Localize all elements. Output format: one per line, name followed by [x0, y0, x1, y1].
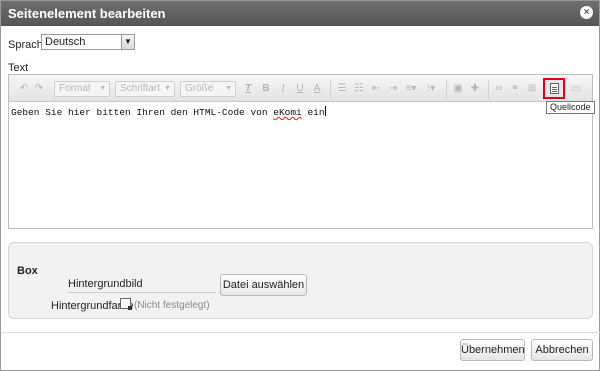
toolbar-separator [330, 80, 331, 98]
source-code-button[interactable] [543, 78, 565, 99]
size-combo[interactable]: Größe ▼ [180, 81, 236, 97]
font-combo-label: Schriftart [120, 83, 161, 94]
indent-icon[interactable]: ⇥ [387, 81, 399, 97]
editor-content[interactable]: Geben Sie hier bitten Ihren den HTML-Cod… [11, 106, 326, 118]
toolbar-separator [488, 80, 489, 98]
background-image-label: Hintergrundbild [68, 278, 143, 290]
language-select[interactable]: Deutsch ▼ [41, 34, 135, 50]
color-picker-swatch[interactable] [120, 298, 132, 310]
size-combo-label: Größe [185, 83, 214, 94]
background-image-field [68, 292, 216, 293]
redo-icon[interactable]: ↷ [33, 81, 45, 97]
font-combo[interactable]: Schriftart ▼ [115, 81, 175, 97]
undo-icon[interactable]: ↶ [18, 81, 30, 97]
chevron-down-icon[interactable]: ▼ [121, 35, 134, 49]
chevron-down-icon: ▼ [99, 85, 106, 92]
dialog-title: Seitenelement bearbeiten [8, 6, 166, 21]
editor-text-after: ein [301, 107, 325, 118]
numbered-list-icon[interactable]: ☰ [336, 81, 348, 97]
outdent-icon[interactable]: ⇤ [370, 81, 382, 97]
choose-file-button[interactable]: Datei auswählen [220, 274, 307, 296]
text-caret [324, 106, 326, 116]
bold-icon[interactable]: B [260, 81, 272, 97]
format-combo-label: Format [59, 83, 91, 94]
cancel-button[interactable]: Abbrechen [531, 339, 593, 361]
unlink-icon[interactable]: ⚭ [509, 81, 521, 97]
bullet-list-icon[interactable]: ☷ [353, 81, 365, 97]
dialog-titlebar: Seitenelement bearbeiten × [1, 1, 599, 26]
chevron-down-icon: ▼ [225, 85, 232, 92]
footer-divider [2, 332, 600, 333]
format-combo[interactable]: Format ▼ [54, 81, 110, 97]
language-selected-value: Deutsch [45, 36, 86, 48]
close-icon[interactable]: × [580, 6, 593, 19]
plugin-icon[interactable]: ✚ [469, 81, 481, 97]
text-label: Text [8, 62, 29, 74]
box-settings-panel: Box Hintergrundbild Datei auswählen Hint… [8, 242, 593, 319]
editor-toolbar: ↶ ↷ Format ▼ Schriftart ▼ Größe ▼ T B I … [9, 75, 592, 102]
box-title: Box [17, 265, 38, 277]
table-icon[interactable]: ⊞ [525, 81, 539, 97]
image-icon[interactable]: ▣ [452, 81, 464, 97]
misspelled-word: eKomi [273, 107, 302, 118]
link-icon[interactable]: ∞ [493, 81, 505, 97]
editor-text-before: Geben Sie hier bitten Ihren den HTML-Cod… [11, 107, 274, 118]
source-tooltip: Quellcode [546, 101, 595, 114]
toolbar-separator [446, 80, 447, 98]
source-icon [550, 83, 559, 94]
italic-icon[interactable]: I [277, 81, 289, 97]
chevron-down-icon: ▼ [164, 85, 171, 92]
text-color-icon[interactable]: A [311, 81, 323, 97]
edit-page-element-dialog: Seitenelement bearbeiten × Sprache Deuts… [0, 0, 600, 371]
align-icon[interactable]: ≡▾ [403, 81, 419, 97]
remove-format-icon[interactable]: T [242, 81, 254, 97]
underline-icon[interactable]: U [294, 81, 306, 97]
line-height-icon[interactable]: ⁝▾ [423, 81, 439, 97]
maximize-icon[interactable]: ▭ [569, 81, 583, 97]
rich-text-editor[interactable]: ↶ ↷ Format ▼ Schriftart ▼ Größe ▼ T B I … [8, 74, 593, 229]
background-color-value: (Nicht festgelegt) [134, 300, 210, 311]
apply-button[interactable]: Übernehmen [460, 339, 525, 361]
